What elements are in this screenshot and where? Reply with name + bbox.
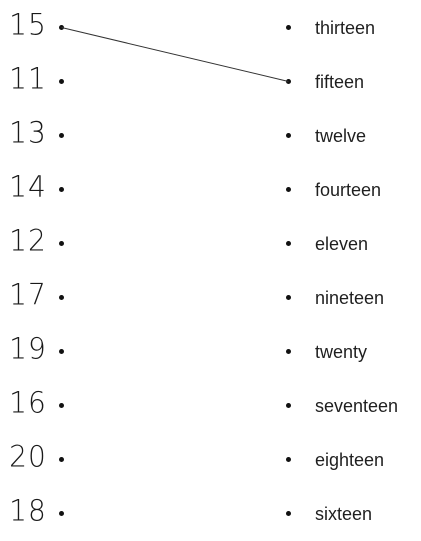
number-label: 18 xyxy=(9,493,47,528)
number-label: 12 xyxy=(9,223,47,258)
left-connector-dot[interactable] xyxy=(59,349,64,354)
number-word-label: eleven xyxy=(315,234,369,254)
right-connector-dot[interactable] xyxy=(286,241,291,246)
left-connector-dot[interactable] xyxy=(59,25,64,30)
number-label: 11 xyxy=(9,61,47,96)
number-label: 17 xyxy=(9,277,47,312)
matching-row: 16 seventeen xyxy=(0,385,421,426)
left-connector-dot[interactable] xyxy=(59,511,64,516)
left-connector-dot[interactable] xyxy=(59,133,64,138)
left-connector-dot[interactable] xyxy=(59,187,64,192)
matching-row: 19 twenty xyxy=(0,331,421,372)
matching-row: 15 thirteen xyxy=(0,7,421,48)
number-label: 15 xyxy=(9,7,47,42)
number-word-label: eighteen xyxy=(315,450,385,470)
right-connector-dot[interactable] xyxy=(286,187,291,192)
left-connector-dot[interactable] xyxy=(59,457,64,462)
right-connector-dot[interactable] xyxy=(286,295,291,300)
number-word-label: twelve xyxy=(315,126,367,146)
matching-row: 20 eighteen xyxy=(0,439,421,480)
number-word-label: fifteen xyxy=(315,72,365,92)
number-label: 14 xyxy=(9,169,47,204)
right-connector-dot[interactable] xyxy=(286,79,291,84)
number-label: 16 xyxy=(9,385,47,420)
number-word-label: sixteen xyxy=(315,504,373,524)
number-label: 20 xyxy=(9,439,47,474)
matching-row: 12 eleven xyxy=(0,223,421,264)
matching-row: 14 fourteen xyxy=(0,169,421,210)
number-word-label: fourteen xyxy=(315,180,382,200)
matching-worksheet: 15 thirteen 11 fifteen 13 twelve 14 fourteen 12 e… xyxy=(0,0,421,541)
number-word-label: seventeen xyxy=(315,396,399,416)
number-label: 19 xyxy=(9,331,47,366)
matching-row: 13 twelve xyxy=(0,115,421,156)
right-connector-dot[interactable] xyxy=(286,511,291,516)
matching-row: 11 fifteen xyxy=(0,61,421,102)
number-word-label: nineteen xyxy=(315,288,385,308)
number-label: 13 xyxy=(9,115,47,150)
number-word-label: thirteen xyxy=(315,18,376,38)
matching-row: 17 nineteen xyxy=(0,277,421,318)
matching-row: 18 sixteen xyxy=(0,493,421,534)
right-connector-dot[interactable] xyxy=(286,349,291,354)
number-word-label: twenty xyxy=(315,342,368,362)
right-connector-dot[interactable] xyxy=(286,457,291,462)
right-connector-dot[interactable] xyxy=(286,133,291,138)
left-connector-dot[interactable] xyxy=(59,295,64,300)
left-connector-dot[interactable] xyxy=(59,403,64,408)
left-connector-dot[interactable] xyxy=(59,79,64,84)
right-connector-dot[interactable] xyxy=(286,25,291,30)
left-connector-dot[interactable] xyxy=(59,241,64,246)
right-connector-dot[interactable] xyxy=(286,403,291,408)
